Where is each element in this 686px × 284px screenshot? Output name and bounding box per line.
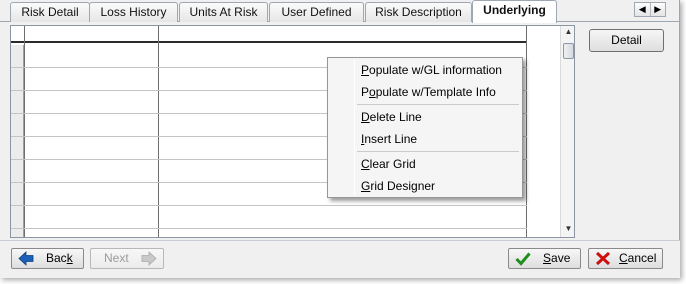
menu-item-populate-gl[interactable]: Populate w/GL information bbox=[330, 59, 520, 81]
triangle-right-icon[interactable]: ▶ bbox=[649, 3, 666, 16]
mnemonic: G bbox=[361, 179, 371, 193]
detail-button[interactable]: Detail bbox=[589, 29, 664, 52]
grid-header-row bbox=[11, 26, 527, 43]
menu-item-delete-line[interactable]: Delete Line bbox=[330, 106, 520, 128]
tab-scroll-buttons: ◀ ▶ bbox=[634, 2, 666, 17]
menu-separator bbox=[357, 104, 519, 105]
cancel-button[interactable]: Cancel bbox=[588, 248, 663, 269]
tab-label: Loss History bbox=[100, 5, 167, 19]
tab-risk-description[interactable]: Risk Description bbox=[365, 2, 472, 22]
menu-item-populate-template[interactable]: Populate w/Template Info bbox=[330, 81, 520, 103]
tab-risk-detail[interactable]: Risk Detail bbox=[10, 2, 90, 22]
scroll-down-icon[interactable]: ▼ bbox=[561, 223, 574, 235]
tab-label: User Defined bbox=[281, 5, 352, 19]
arrow-right-icon bbox=[141, 251, 157, 266]
menu-item-label: elete Line bbox=[369, 110, 422, 124]
menu-separator bbox=[357, 151, 519, 152]
row-header[interactable] bbox=[11, 45, 24, 67]
row-header[interactable] bbox=[11, 137, 24, 159]
mnemonic: o bbox=[369, 85, 376, 99]
scrollbar-thumb[interactable] bbox=[563, 43, 574, 59]
save-button[interactable]: Save bbox=[508, 248, 581, 269]
mnemonic: P bbox=[361, 63, 370, 77]
tab-label: Risk Description bbox=[375, 5, 462, 19]
back-button-label: Back bbox=[46, 251, 73, 265]
menu-item-label: pulate w/Template Info bbox=[375, 85, 496, 99]
mnemonic: D bbox=[361, 110, 370, 124]
grid-row-line bbox=[11, 228, 527, 229]
menu-item-label: lear Grid bbox=[369, 157, 416, 171]
row-header[interactable] bbox=[11, 206, 24, 228]
menu-item-label: rid Designer bbox=[370, 179, 436, 193]
checkmark-icon bbox=[515, 252, 531, 266]
tab-bar: Risk Detail Loss History Units At Risk U… bbox=[0, 0, 680, 23]
next-button[interactable]: Next bbox=[90, 248, 164, 269]
row-header[interactable] bbox=[11, 160, 24, 182]
menu-item-label: opulate w/GL information bbox=[369, 63, 502, 77]
footer-bar: Back Next Save Cancel bbox=[0, 240, 680, 278]
scroll-up-icon[interactable]: ▲ bbox=[561, 26, 574, 38]
back-button[interactable]: Back bbox=[11, 248, 84, 269]
row-header[interactable] bbox=[11, 183, 24, 205]
tab-label: Risk Detail bbox=[21, 5, 79, 19]
row-header[interactable] bbox=[11, 68, 24, 90]
tab-loss-history[interactable]: Loss History bbox=[89, 2, 178, 22]
arrow-left-icon bbox=[18, 251, 34, 266]
detail-button-label: Detail bbox=[611, 33, 642, 47]
mnemonic: C bbox=[361, 157, 370, 171]
menu-item-grid-designer[interactable]: Grid Designer bbox=[330, 175, 520, 197]
row-header[interactable] bbox=[11, 91, 24, 113]
grid-row-line bbox=[11, 205, 527, 206]
menu-item-label: nsert Line bbox=[364, 132, 418, 146]
next-button-label: Next bbox=[104, 251, 129, 265]
x-icon bbox=[595, 251, 611, 266]
tab-label: Underlying bbox=[483, 3, 546, 17]
underlying-panel: Risk Detail Loss History Units At Risk U… bbox=[0, 0, 680, 278]
row-header[interactable] bbox=[11, 114, 24, 136]
menu-item-label: P bbox=[361, 85, 370, 99]
grid-vertical-scrollbar[interactable]: ▲ ▼ bbox=[560, 26, 574, 237]
triangle-left-icon[interactable]: ◀ bbox=[635, 3, 650, 16]
save-button-label: Save bbox=[543, 251, 571, 265]
row-header[interactable] bbox=[11, 229, 24, 237]
cancel-button-label: Cancel bbox=[619, 251, 657, 265]
tab-label: Units At Risk bbox=[189, 5, 258, 19]
menu-item-insert-line[interactable]: Insert Line bbox=[330, 128, 520, 150]
tab-underlying[interactable]: Underlying bbox=[472, 0, 557, 23]
tab-units-at-risk[interactable]: Units At Risk bbox=[179, 2, 268, 22]
tab-user-defined[interactable]: User Defined bbox=[269, 2, 364, 22]
menu-item-clear-grid[interactable]: Clear Grid bbox=[330, 153, 520, 175]
grid-context-menu: Populate w/GL information Populate w/Tem… bbox=[327, 57, 523, 198]
